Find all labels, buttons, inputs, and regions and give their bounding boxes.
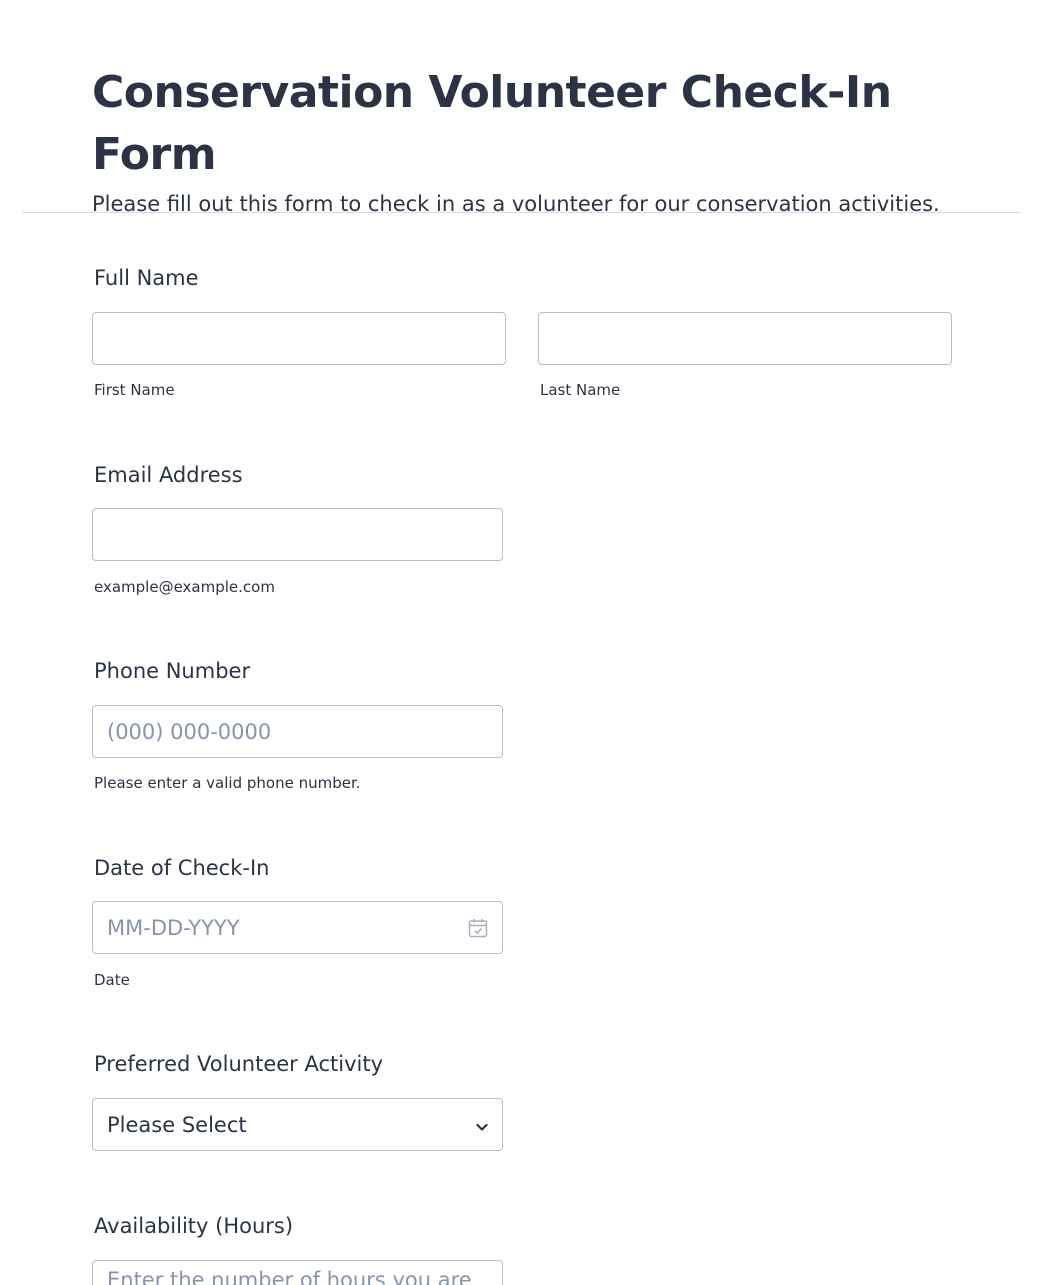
activity-select[interactable]: Please Select xyxy=(92,1098,503,1151)
date-label: Date of Check-In xyxy=(94,856,270,880)
phone-sublabel: Please enter a valid phone number. xyxy=(94,774,361,792)
phone-label: Phone Number xyxy=(94,659,251,683)
full-name-label: Full Name xyxy=(94,266,199,290)
form-subtitle: Please fill out this form to check in as… xyxy=(92,192,940,216)
first-name-sublabel: First Name xyxy=(94,381,175,399)
activity-selected-value: Please Select xyxy=(107,1112,247,1137)
last-name-sublabel: Last Name xyxy=(540,381,621,399)
email-sublabel: example@example.com xyxy=(94,578,275,596)
email-label: Email Address xyxy=(94,463,243,487)
availability-label: Availability (Hours) xyxy=(94,1214,294,1238)
activity-label: Preferred Volunteer Activity xyxy=(94,1052,384,1076)
calendar-icon[interactable] xyxy=(467,917,489,939)
form-header: Conservation Volunteer Check-In Form Ple… xyxy=(92,62,992,220)
header-divider xyxy=(22,212,1021,213)
phone-input[interactable] xyxy=(92,705,503,758)
date-sublabel: Date xyxy=(94,971,130,989)
last-name-input[interactable] xyxy=(538,312,952,365)
first-name-input[interactable] xyxy=(92,312,506,365)
chevron-down-icon xyxy=(474,1116,490,1132)
form-title: Conservation Volunteer Check-In Form xyxy=(92,67,892,180)
email-input[interactable] xyxy=(92,508,503,561)
date-input[interactable] xyxy=(92,901,503,954)
availability-input[interactable] xyxy=(92,1260,503,1285)
